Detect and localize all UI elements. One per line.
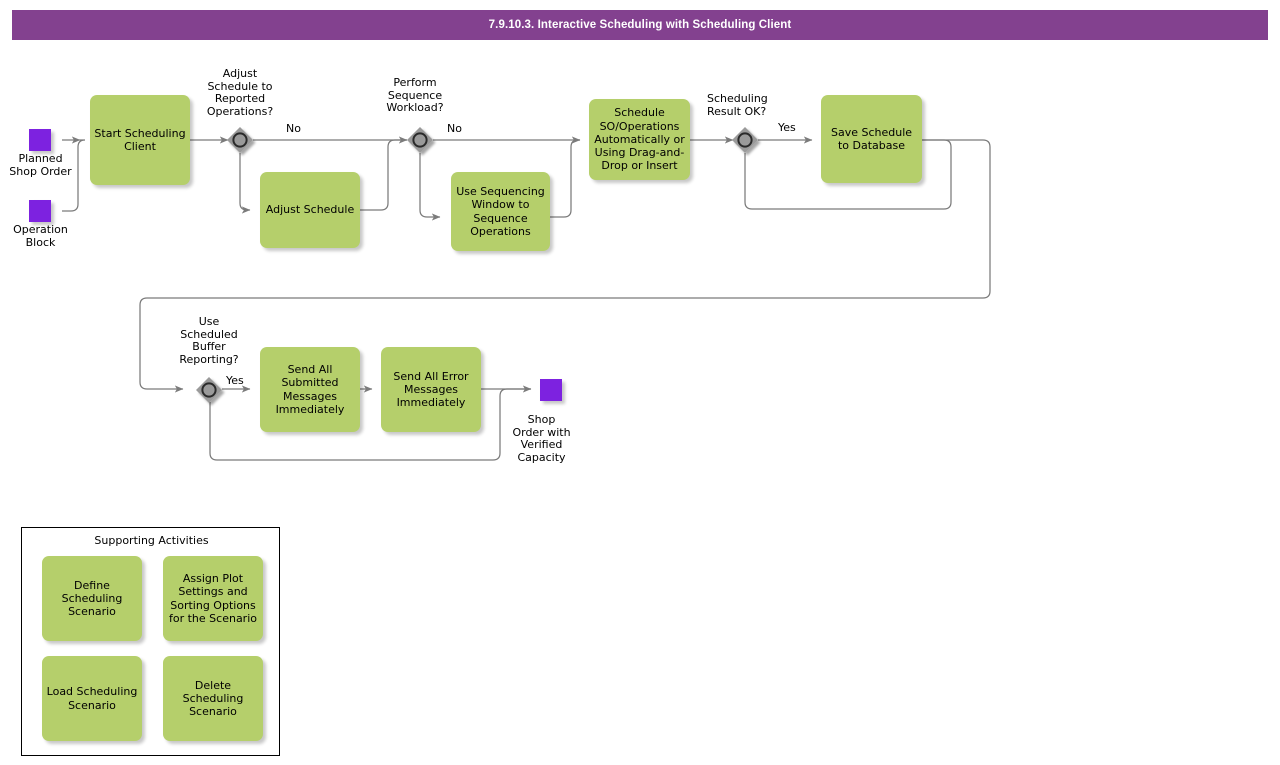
node-adjust-schedule-label: Adjust Schedule [265, 203, 355, 217]
gateway-scheduling-result [732, 127, 758, 153]
node-send-error-messages[interactable]: Send All Error Messages Immediately [381, 347, 481, 432]
edge-label-adjust-schedule-no: No [286, 122, 301, 135]
node-define-scheduling-scenario-label: Define Scheduling Scenario [61, 578, 123, 619]
gateway-perform-sequence [407, 127, 433, 153]
gateway-adjust-schedule-label: Adjust Schedule to Reported Operations? [206, 67, 274, 118]
supporting-activities-panel: Supporting Activities Define Scheduling … [21, 527, 280, 756]
node-load-scheduling-scenario-label: Load Scheduling Scenario [46, 685, 138, 712]
node-save-schedule-to-database-label: Save Schedule to Database [830, 125, 913, 152]
page-title-text: 7.9.10.3. Interactive Scheduling with Sc… [488, 19, 792, 31]
terminal-operation-block [29, 200, 51, 222]
terminal-planned-shop-order [29, 129, 51, 151]
node-schedule-so-operations[interactable]: Schedule SO/Operations Automatically or … [589, 99, 690, 180]
node-send-submitted-messages-label: Send All Submitted Messages Immediately [275, 363, 345, 416]
gateway-adjust-schedule [227, 127, 253, 153]
gateway-perform-sequence-label: Perform Sequence Workload? [386, 76, 444, 114]
gateway-buffer-reporting-label: Use Scheduled Buffer Reporting? [179, 315, 239, 366]
node-start-scheduling-client-label: Start Scheduling Client [94, 126, 186, 153]
gateway-scheduling-result-label: Scheduling Result OK? [707, 92, 768, 118]
node-delete-scheduling-scenario-label: Delete Scheduling Scenario [182, 678, 244, 719]
node-start-scheduling-client[interactable]: Start Scheduling Client [90, 95, 190, 185]
node-use-sequencing-window-label: Use Sequencing Window to Sequence Operat… [456, 185, 545, 238]
node-save-schedule-to-database[interactable]: Save Schedule to Database [821, 95, 922, 183]
node-use-sequencing-window[interactable]: Use Sequencing Window to Sequence Operat… [451, 172, 550, 251]
terminal-shop-order-verified [540, 379, 562, 401]
gateway-buffer-reporting [196, 377, 222, 403]
edge-label-perform-sequence-no: No [447, 122, 462, 135]
node-adjust-schedule[interactable]: Adjust Schedule [260, 172, 360, 248]
terminal-shop-order-verified-label: Shop Order with Verified Capacity [512, 413, 571, 464]
node-schedule-so-operations-label: Schedule SO/Operations Automatically or … [594, 106, 685, 173]
edge-label-buffer-reporting-yes: Yes [226, 374, 244, 387]
node-assign-plot-settings[interactable]: Assign Plot Settings and Sorting Options… [163, 556, 263, 641]
node-delete-scheduling-scenario[interactable]: Delete Scheduling Scenario [163, 656, 263, 741]
node-assign-plot-settings-label: Assign Plot Settings and Sorting Options… [169, 572, 257, 625]
page-title: 7.9.10.3. Interactive Scheduling with Sc… [12, 10, 1268, 40]
node-load-scheduling-scenario[interactable]: Load Scheduling Scenario [42, 656, 142, 741]
supporting-activities-title: Supporting Activities [94, 534, 209, 547]
terminal-planned-shop-order-label: Planned Shop Order [9, 152, 72, 178]
terminal-operation-block-label: Operation Block [13, 223, 68, 249]
edge-label-scheduling-result-yes: Yes [778, 121, 796, 134]
node-send-error-messages-label: Send All Error Messages Immediately [393, 369, 469, 410]
node-send-submitted-messages[interactable]: Send All Submitted Messages Immediately [260, 347, 360, 432]
node-define-scheduling-scenario[interactable]: Define Scheduling Scenario [42, 556, 142, 641]
